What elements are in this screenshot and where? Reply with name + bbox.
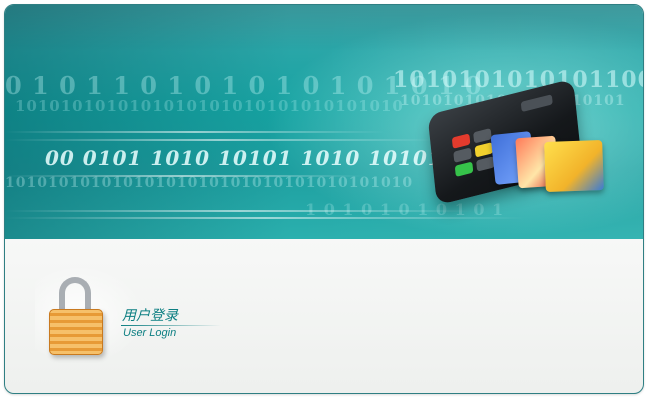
pos-key: [453, 147, 472, 163]
binary-text: 10101010101010101010101010101010101010: [5, 175, 414, 191]
pos-slot: [520, 94, 553, 113]
light-streak: [5, 139, 435, 141]
login-panel: 0 1 0 1 1 0 1 0 1 0 1 0 1 0 1 0 1 0 1010…: [4, 4, 644, 394]
login-title: 用户登录: [122, 308, 178, 324]
binary-text: 1010101010101010101010101010101010: [15, 97, 404, 115]
light-streak: [5, 217, 525, 219]
lock-icon: [49, 277, 105, 357]
title-divider: [121, 325, 221, 326]
login-subtitle: User Login: [123, 327, 177, 339]
header-banner: 0 1 0 1 1 0 1 0 1 0 1 0 1 0 1 0 1 0 1010…: [5, 5, 643, 239]
binary-text: 1010101010101100: [393, 67, 643, 93]
light-streak: [5, 210, 475, 212]
light-streak: [5, 131, 385, 133]
pos-key-red: [451, 133, 471, 149]
pos-key-green: [454, 161, 474, 177]
pos-key-yellow: [474, 142, 494, 158]
pos-key: [476, 156, 495, 172]
lock-body: [49, 309, 103, 355]
light-streak: [5, 175, 365, 177]
bank-card-yellow: [544, 140, 604, 192]
binary-text: 00 0101 1010 10101 1010 10101: [45, 146, 443, 170]
pos-key: [473, 128, 492, 144]
